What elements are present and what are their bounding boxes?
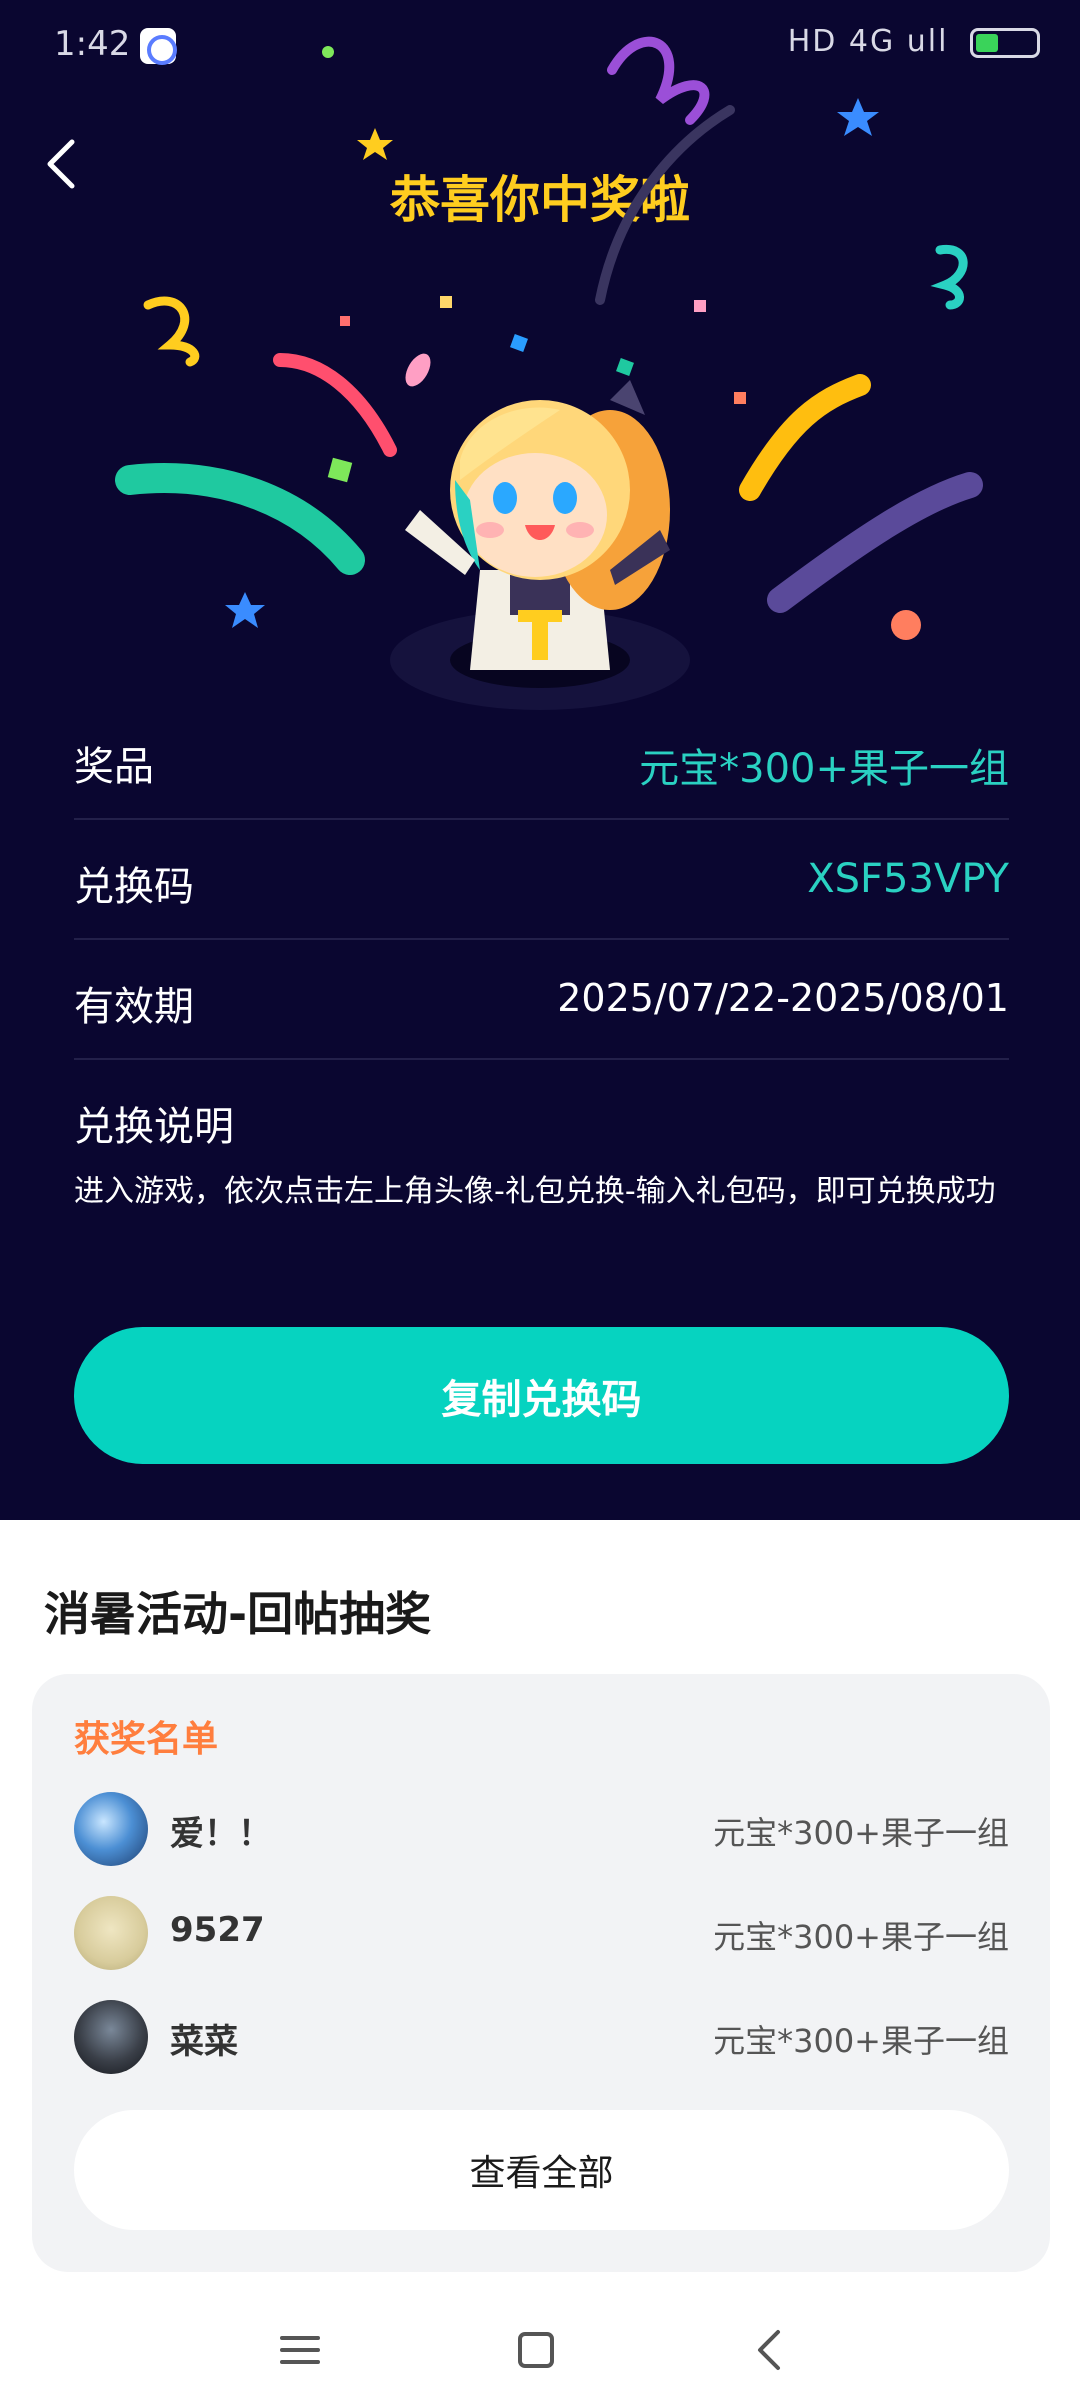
winner-row[interactable]: 爱！！ 元宝*300+果子一组 [74,1792,1009,1868]
mascot-illustration [390,380,690,710]
winner-name: 9527 [170,1910,265,1950]
avatar[interactable] [74,1896,148,1970]
winner-name: 菜菜 [170,2022,238,2062]
winner-name: 爱！！ [170,1814,272,1854]
winners-list-title: 获奖名单 [74,1719,219,1760]
winner-row[interactable]: 菜菜 元宝*300+果子一组 [74,2000,1009,2076]
menu-icon [280,2336,320,2364]
instructions-text: 进入游戏，依次点击左上角头像-礼包兑换-输入礼包码，即可兑换成功 [74,1174,996,1209]
winner-row[interactable]: 9527 元宝*300+果子一组 [74,1896,1009,1972]
avatar[interactable] [74,2000,148,2074]
instructions-title: 兑换说明 [74,1104,234,1150]
prize-label: 奖品 [74,744,154,790]
winner-prize: 元宝*300+果子一组 [713,2022,1009,2060]
copy-code-button[interactable]: 复制兑换码 [74,1327,1009,1464]
view-all-button[interactable]: 查看全部 [74,2110,1009,2230]
validity-value: 2025/07/22-2025/08/01 [557,976,1009,1020]
chevron-back-icon [758,2330,780,2370]
home-button[interactable] [506,2320,566,2380]
prize-row: 奖品 元宝*300+果子一组 [74,700,1009,820]
validity-row: 有效期 2025/07/22-2025/08/01 [74,940,1009,1060]
prize-value: 元宝*300+果子一组 [639,746,1009,792]
winner-prize: 元宝*300+果子一组 [713,1814,1009,1852]
redeem-code-row: 兑换码 XSF53VPY [74,820,1009,940]
prize-hero-section: 1:42 HD 4G ull 恭喜你中奖啦 奖品 元宝*300+果子一组 兑换码… [0,0,1080,1520]
redeem-code-label: 兑换码 [74,864,194,910]
activity-title: 消暑活动-回帖抽奖 [44,1587,432,1641]
validity-label: 有效期 [74,984,194,1030]
square-home-icon [518,2332,554,2368]
redeem-code-value[interactable]: XSF53VPY [807,856,1009,902]
menu-button[interactable] [270,2320,330,2380]
winner-prize: 元宝*300+果子一组 [713,1918,1009,1956]
avatar[interactable] [74,1792,148,1866]
nav-back-button[interactable] [740,2320,800,2380]
winners-card: 获奖名单 爱！！ 元宝*300+果子一组 9527 元宝*300+果子一组 菜菜… [32,1674,1050,2272]
system-navigation-bar [0,2290,1080,2400]
